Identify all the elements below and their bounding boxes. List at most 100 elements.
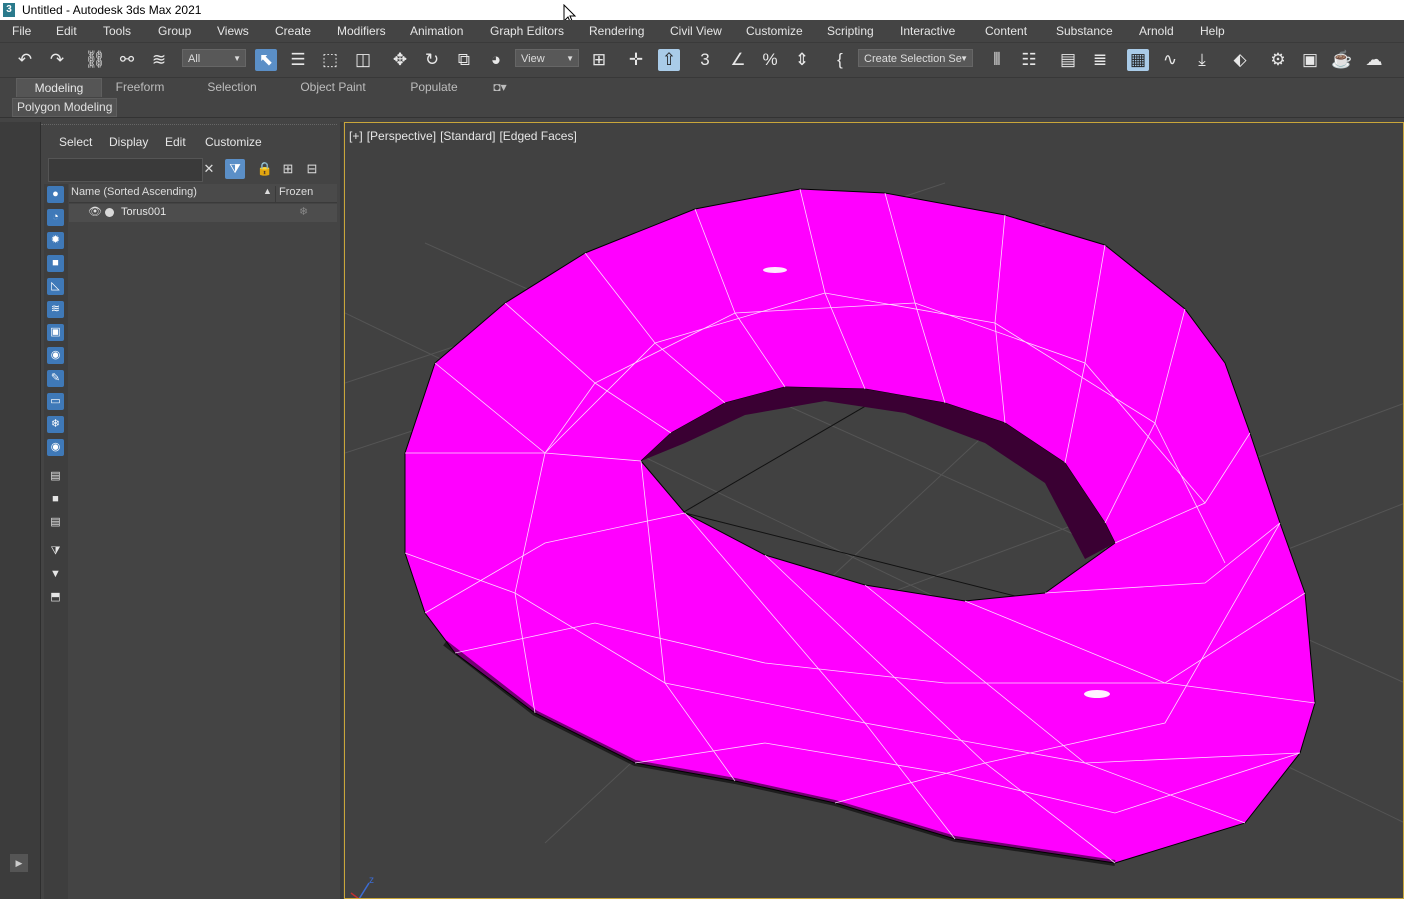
viewport-standard-menu[interactable]: [Standard] <box>440 129 495 143</box>
tab-selection[interactable]: Selection <box>196 78 268 97</box>
toggle-scene-explorer-icon[interactable]: ▤ <box>1057 49 1079 71</box>
display-space-warps-icon[interactable]: ≋ <box>47 301 64 318</box>
select-manipulate-icon[interactable]: ✛ <box>625 49 647 71</box>
viewport-general-menu[interactable]: [+] <box>349 129 363 143</box>
pivot-center-icon[interactable]: ⊞ <box>588 49 610 71</box>
toggle-ribbon-icon[interactable]: ▦ <box>1127 49 1149 71</box>
edit-named-selection-icon[interactable]: { <box>829 49 851 71</box>
display-frozen-icon[interactable]: ❄ <box>47 416 64 433</box>
display-bones-icon[interactable]: ✎ <box>47 370 64 387</box>
named-selection-dropdown[interactable]: Create Selection Se ▼ <box>858 49 973 67</box>
explorer-search-input[interactable] <box>48 158 203 182</box>
scale-icon[interactable]: ⧉ <box>453 49 475 71</box>
snaps-toggle-icon[interactable]: 3 <box>694 49 716 71</box>
display-all-icon[interactable]: ▤ <box>47 468 64 485</box>
viewport-shading-menu[interactable]: [Edged Faces] <box>499 129 576 143</box>
perspective-viewport[interactable]: [+] [Perspective] [Standard] [Edged Faces] … <box>344 122 1404 899</box>
menu-civil-view[interactable]: Civil View <box>670 23 722 39</box>
ref-coord-dropdown[interactable]: View ▼ <box>515 49 579 67</box>
display-shapes-icon[interactable]: ◔ <box>47 209 64 226</box>
mirror-icon[interactable]: ⫴ <box>986 49 1008 71</box>
menu-file[interactable]: File <box>12 23 31 39</box>
panel-grip[interactable] <box>41 124 337 128</box>
align-icon[interactable]: ☷ <box>1018 49 1040 71</box>
list-item[interactable]: 👁 Torus001 ❄ <box>69 204 337 222</box>
menu-group[interactable]: Group <box>158 23 191 39</box>
viewport-scene[interactable] <box>345 123 1404 899</box>
render-setup-icon[interactable]: ⚙ <box>1267 49 1289 71</box>
rendered-frame-window-icon[interactable]: ▣ <box>1299 49 1321 71</box>
spinner-snap-icon[interactable]: ⇕ <box>791 49 813 71</box>
schematic-view-icon[interactable]: ⤓ <box>1191 49 1213 71</box>
place-icon[interactable]: ◕ <box>485 49 507 71</box>
display-groups-icon[interactable]: ▣ <box>47 324 64 341</box>
menu-scripting[interactable]: Scripting <box>827 23 874 39</box>
menu-rendering[interactable]: Rendering <box>589 23 644 39</box>
visibility-eye-icon[interactable]: 👁 <box>88 205 102 218</box>
display-lights-icon[interactable]: ✹ <box>47 232 64 249</box>
layer-icon[interactable]: ⬒ <box>47 589 64 606</box>
move-icon[interactable]: ✥ <box>389 49 411 71</box>
window-crossing-icon[interactable]: ◫ <box>352 49 374 71</box>
select-object-icon[interactable]: ⬉ <box>255 49 277 71</box>
tab-object-paint[interactable]: Object Paint <box>290 78 376 97</box>
tab-modeling[interactable]: Modeling <box>16 78 102 97</box>
selection-filter-dropdown[interactable]: All ▼ <box>182 49 246 67</box>
column-frozen-header[interactable]: Frozen <box>275 186 313 202</box>
menu-interactive[interactable]: Interactive <box>900 23 955 39</box>
invert-display-icon[interactable]: ▤ <box>47 514 64 531</box>
tab-populate[interactable]: Populate <box>398 78 470 97</box>
menu-customize[interactable]: Customize <box>746 23 803 39</box>
menu-help[interactable]: Help <box>1200 23 1225 39</box>
column-name-header[interactable]: Name (Sorted Ascending) <box>71 186 197 198</box>
filter-settings-icon[interactable]: ⧩ <box>47 543 64 560</box>
menu-tools[interactable]: Tools <box>103 23 131 39</box>
funnel-icon[interactable]: ▼ <box>47 566 64 583</box>
percent-snap-icon[interactable]: % <box>759 49 781 71</box>
bind-space-warp-icon[interactable]: ≋ <box>148 49 170 71</box>
lock-icon[interactable]: 🔒 <box>255 159 275 179</box>
display-hidden-icon[interactable]: ◉ <box>47 439 64 456</box>
rotate-icon[interactable]: ↻ <box>421 49 443 71</box>
clear-search-icon[interactable]: ✕ <box>199 159 219 179</box>
object-name[interactable]: Torus001 <box>121 206 166 218</box>
keyboard-shortcut-override-icon[interactable]: ⇧ <box>658 49 680 71</box>
redo-icon[interactable]: ↷ <box>46 49 68 71</box>
display-xrefs-icon[interactable]: ◉ <box>47 347 64 364</box>
explorer-menu-customize[interactable]: Customize <box>205 135 262 149</box>
explorer-menu-select[interactable]: Select <box>59 135 92 149</box>
play-icon[interactable]: ▶ <box>10 854 28 872</box>
select-by-name-icon[interactable]: ☰ <box>287 49 309 71</box>
display-geometry-icon[interactable]: ● <box>47 186 64 203</box>
menu-arnold[interactable]: Arnold <box>1139 23 1174 39</box>
torus-object[interactable] <box>404 188 1316 866</box>
explorer-menu-display[interactable]: Display <box>109 135 148 149</box>
curve-editor-icon[interactable]: ∿ <box>1159 49 1181 71</box>
menu-graph-editors[interactable]: Graph Editors <box>490 23 564 39</box>
toggle-layer-explorer-icon[interactable]: ≣ <box>1089 49 1111 71</box>
menu-create[interactable]: Create <box>275 23 311 39</box>
display-helpers-icon[interactable]: ◺ <box>47 278 64 295</box>
render-in-cloud-icon[interactable]: ☁ <box>1363 49 1385 71</box>
display-none-icon[interactable]: ■ <box>47 491 64 508</box>
display-containers-icon[interactable]: ▭ <box>47 393 64 410</box>
angle-snap-icon[interactable]: ∠ <box>727 49 749 71</box>
menu-views[interactable]: Views <box>217 23 249 39</box>
polygon-modeling-panel-button[interactable]: Polygon Modeling <box>12 98 118 117</box>
display-cameras-icon[interactable]: ■ <box>47 255 64 272</box>
menu-edit[interactable]: Edit <box>56 23 77 39</box>
viewport-point-of-view-menu[interactable]: [Perspective] <box>367 129 436 143</box>
expand-all-icon[interactable]: ⊞ <box>278 159 298 179</box>
menu-substance[interactable]: Substance <box>1056 23 1113 39</box>
rectangular-selection-icon[interactable]: ⬚ <box>319 49 341 71</box>
filter-icon[interactable]: ⧩ <box>225 159 245 179</box>
material-editor-icon[interactable]: ⬖ <box>1229 49 1251 71</box>
menu-modifiers[interactable]: Modifiers <box>337 23 386 39</box>
explorer-menu-edit[interactable]: Edit <box>165 135 186 149</box>
tab-freeform[interactable]: Freeform <box>104 78 176 97</box>
link-icon[interactable]: ⛓ <box>84 49 106 71</box>
menu-animation[interactable]: Animation <box>410 23 463 39</box>
menu-content[interactable]: Content <box>985 23 1027 39</box>
render-production-icon[interactable]: ☕ <box>1331 49 1353 71</box>
undo-icon[interactable]: ↶ <box>14 49 36 71</box>
